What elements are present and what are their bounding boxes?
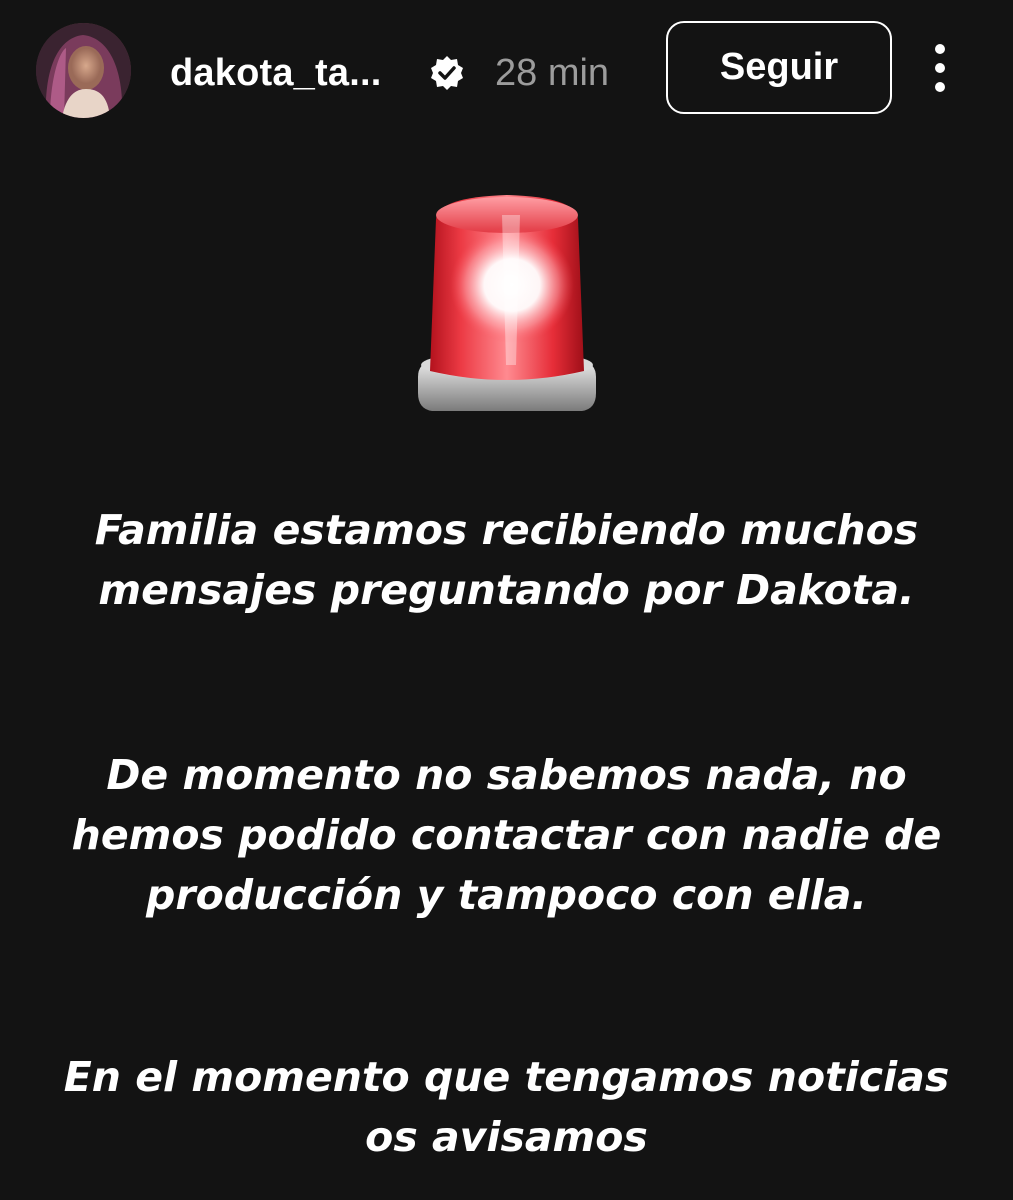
story-paragraph-3: En el momento que tengamos noticias os a…: [63, 1053, 950, 1161]
time-ago: 28 min: [495, 52, 610, 94]
story-paragraph-2: De momento no sabemos nada, no hemos pod…: [71, 751, 942, 919]
police-car-light-icon: [412, 185, 602, 425]
avatar[interactable]: [36, 23, 131, 118]
username[interactable]: dakota_ta...: [170, 48, 381, 98]
verified-badge-icon: [428, 54, 466, 92]
more-options-icon[interactable]: [922, 40, 958, 96]
follow-button[interactable]: Seguir: [666, 21, 892, 114]
story-paragraph-1: Familia estamos recibiendo muchos mensaj…: [94, 506, 919, 614]
story-header: dakota_ta... 28 min Seguir: [0, 0, 1013, 140]
